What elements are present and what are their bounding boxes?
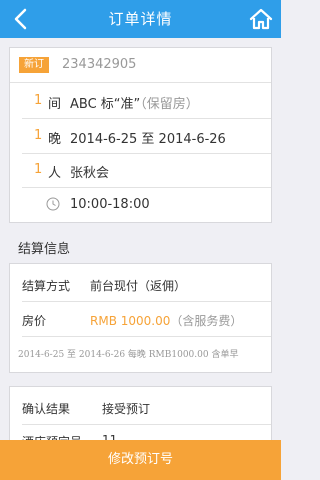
price-label: 房价 [22,314,47,328]
order-card: 新订 234342905 1 间 ABC 标“准”（保留房） 1 晚 2014-… [9,47,272,223]
night-count: 1 [34,128,43,143]
top-bar: 订单详情 [0,0,281,38]
night-unit: 晚 [48,132,62,147]
room-count: 1 [34,93,43,108]
confirm-label: 确认结果 [22,402,71,416]
room-unit: 间 [48,97,62,112]
room-note: （保留房） [140,97,199,112]
clock-icon [46,197,60,215]
divider [22,301,271,302]
page-title: 订单详情 [108,10,173,28]
divider [22,336,271,337]
price-amount: RMB 1000.00 [90,314,171,328]
divider [22,424,271,425]
guest-unit: 人 [48,166,62,181]
time-range: 10:00-18:00 [70,197,150,212]
price-note: （含服务费） [170,314,243,328]
room-type: ABC 标“准”（保留房） [70,93,199,112]
guest-count: 1 [34,162,43,177]
room-type-text: ABC 标“准” [70,97,141,112]
confirm-value: 接受预订 [102,402,151,416]
divider [22,118,271,119]
guest-name: 张秋会 [70,166,110,181]
divider [22,187,271,188]
divider [22,153,271,154]
status-badge: 新订 [19,57,49,73]
modify-booking-button[interactable]: 修改预订号 [0,440,281,480]
section-title: 结算信息 [18,242,71,257]
stay-dates: 2014-6-25 至 2014-6-26 [70,132,226,147]
price-detail: 2014-6-25 至 2014-6-26 每晚 RMB1000.00 含单早 [18,350,239,360]
method-label: 结算方式 [22,279,71,293]
price-value: RMB 1000.00（含服务费） [90,312,242,329]
divider [10,82,271,83]
method-value: 前台现付（返佣） [90,279,187,293]
home-icon[interactable] [249,7,273,31]
settlement-card: 结算方式 前台现付（返佣） 房价 RMB 1000.00（含服务费） 2014-… [9,263,272,373]
order-number: 234342905 [62,57,137,72]
